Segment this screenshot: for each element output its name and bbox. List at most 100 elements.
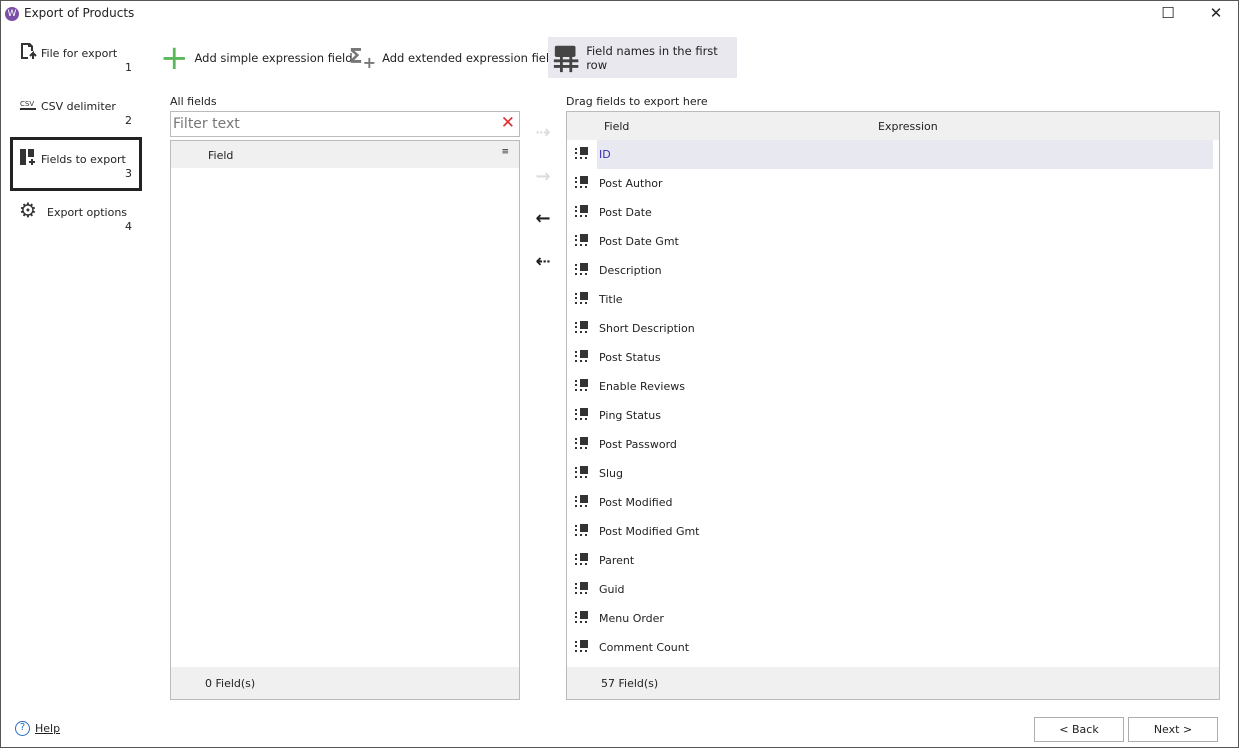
filter-placeholder: Filter text bbox=[173, 116, 240, 132]
table-row[interactable]: Post Password bbox=[567, 430, 1213, 459]
sidebar-item-csv-delimiter[interactable]: CSV CSV delimiter2 bbox=[10, 84, 142, 138]
column-header-field[interactable]: Field bbox=[208, 149, 233, 162]
step-number: 1 bbox=[125, 61, 132, 74]
fields-add-icon bbox=[19, 148, 37, 166]
drag-handle-icon[interactable] bbox=[575, 321, 589, 335]
drag-handle-icon[interactable] bbox=[575, 553, 589, 567]
all-fields-label: All fields bbox=[170, 95, 217, 108]
column-header-expression[interactable]: Expression bbox=[878, 120, 938, 133]
drag-handle-icon[interactable] bbox=[575, 176, 589, 190]
table-row[interactable]: Slug bbox=[567, 459, 1213, 488]
table-row[interactable]: Menu Order bbox=[567, 604, 1213, 633]
field-name: Description bbox=[599, 264, 662, 277]
field-name: Short Description bbox=[599, 322, 695, 335]
filter-input[interactable]: Filter text ✕ bbox=[170, 111, 520, 137]
column-header-field[interactable]: Field bbox=[604, 120, 629, 133]
field-name: Parent bbox=[599, 554, 634, 567]
button-label: Field names in the first row bbox=[586, 44, 733, 72]
drag-handle-icon[interactable] bbox=[575, 640, 589, 654]
drag-handle-icon[interactable] bbox=[575, 495, 589, 509]
field-count: 57 Field(s) bbox=[567, 667, 1219, 699]
button-label: Add simple expression field bbox=[195, 51, 353, 65]
drag-handle-icon[interactable] bbox=[575, 263, 589, 277]
help-link[interactable]: ?Help bbox=[15, 721, 60, 736]
field-count: 0 Field(s) bbox=[171, 667, 519, 699]
help-icon: ? bbox=[15, 721, 30, 736]
step-number: 2 bbox=[125, 114, 132, 127]
table-row[interactable]: Post Modified Gmt bbox=[567, 517, 1213, 546]
field-names-first-row-toggle[interactable]: Field names in the first row bbox=[548, 37, 737, 78]
field-name: Menu Order bbox=[599, 612, 664, 625]
next-button[interactable]: Next > bbox=[1128, 717, 1218, 742]
table-row[interactable]: Post Status bbox=[567, 343, 1213, 372]
sidebar-item-export-options[interactable]: ⚙ Export options4 bbox=[10, 190, 142, 244]
field-name: Post Author bbox=[599, 177, 663, 190]
table-row[interactable]: Enable Reviews bbox=[567, 372, 1213, 401]
add-all-arrow-icon[interactable]: ⇢ bbox=[533, 122, 553, 143]
add-simple-expression-button[interactable]: + Add simple expression field bbox=[156, 37, 357, 78]
remove-arrow-icon[interactable]: ← bbox=[533, 208, 553, 229]
table-row[interactable]: Post Date Gmt bbox=[567, 227, 1213, 256]
export-fields-label: Drag fields to export here bbox=[566, 95, 708, 108]
add-extended-expression-button[interactable]: Σ+Add extended expression field bbox=[345, 37, 560, 78]
app-icon: W bbox=[5, 7, 19, 21]
field-name: Post Password bbox=[599, 438, 677, 451]
sidebar-label: Export options bbox=[47, 206, 127, 219]
grid-header: Field ≡ bbox=[171, 141, 519, 168]
table-row[interactable]: Parent bbox=[567, 546, 1213, 575]
table-row[interactable]: Post Date bbox=[567, 198, 1213, 227]
step-number: 4 bbox=[125, 220, 132, 233]
plus-icon: + bbox=[160, 43, 189, 73]
table-row[interactable]: Short Description bbox=[567, 314, 1213, 343]
add-arrow-icon[interactable]: → bbox=[533, 166, 553, 187]
back-button[interactable]: < Back bbox=[1034, 717, 1124, 742]
window-title: Export of Products bbox=[24, 6, 134, 20]
field-name: Ping Status bbox=[599, 409, 661, 422]
grid-header: Field Expression bbox=[567, 112, 1219, 140]
field-name: Title bbox=[599, 293, 623, 306]
drag-handle-icon[interactable] bbox=[575, 611, 589, 625]
drag-handle-icon[interactable] bbox=[575, 205, 589, 219]
table-row[interactable]: Ping Status bbox=[567, 401, 1213, 430]
table-row[interactable]: Post Modified bbox=[567, 488, 1213, 517]
clear-filter-icon[interactable]: ✕ bbox=[501, 113, 515, 133]
drag-handle-icon[interactable] bbox=[575, 524, 589, 538]
table-row[interactable]: ID bbox=[567, 140, 1213, 169]
csv-icon: CSV bbox=[19, 95, 37, 113]
table-row[interactable]: Description bbox=[567, 256, 1213, 285]
file-export-icon bbox=[19, 42, 37, 60]
field-name: ID bbox=[599, 148, 611, 161]
drag-handle-icon[interactable] bbox=[575, 292, 589, 306]
sidebar-label: File for export bbox=[41, 47, 117, 60]
drag-handle-icon[interactable] bbox=[575, 147, 589, 161]
close-button[interactable]: ✕ bbox=[1206, 4, 1226, 22]
svg-text:CSV: CSV bbox=[20, 100, 34, 108]
sidebar-item-fields-to-export[interactable]: Fields to export3 bbox=[10, 137, 142, 191]
field-name: Comment Count bbox=[599, 641, 689, 654]
remove-all-arrow-icon[interactable]: ⇠ bbox=[533, 251, 553, 272]
export-fields-grid[interactable]: Field Expression ID Post Author Post Date Po… bbox=[566, 111, 1220, 700]
sidebar-item-file-for-export[interactable]: File for export 1 bbox=[10, 31, 142, 85]
drag-handle-icon[interactable] bbox=[575, 234, 589, 248]
drag-handle-icon[interactable] bbox=[575, 408, 589, 422]
drag-handle-icon[interactable] bbox=[575, 466, 589, 480]
table-row[interactable]: Title bbox=[567, 285, 1213, 314]
field-name: Post Modified bbox=[599, 496, 672, 509]
field-name: Slug bbox=[599, 467, 623, 480]
button-label: Add extended expression field bbox=[382, 51, 556, 65]
drag-handle-icon[interactable] bbox=[575, 582, 589, 596]
maximize-button[interactable]: ☐ bbox=[1158, 4, 1178, 22]
gear-icon: ⚙ bbox=[19, 201, 37, 219]
header-grid-icon bbox=[552, 43, 580, 73]
all-fields-grid[interactable]: Field ≡ 0 Field(s) bbox=[170, 140, 520, 700]
table-row[interactable]: Post Author bbox=[567, 169, 1213, 198]
field-name: Post Date Gmt bbox=[599, 235, 679, 248]
table-row[interactable]: Comment Count bbox=[567, 633, 1213, 662]
sort-icon[interactable]: ≡ bbox=[501, 147, 509, 157]
table-row[interactable]: Guid bbox=[567, 575, 1213, 604]
field-name: Post Modified Gmt bbox=[599, 525, 700, 538]
drag-handle-icon[interactable] bbox=[575, 379, 589, 393]
drag-handle-icon[interactable] bbox=[575, 437, 589, 451]
field-name: Enable Reviews bbox=[599, 380, 685, 393]
drag-handle-icon[interactable] bbox=[575, 350, 589, 364]
